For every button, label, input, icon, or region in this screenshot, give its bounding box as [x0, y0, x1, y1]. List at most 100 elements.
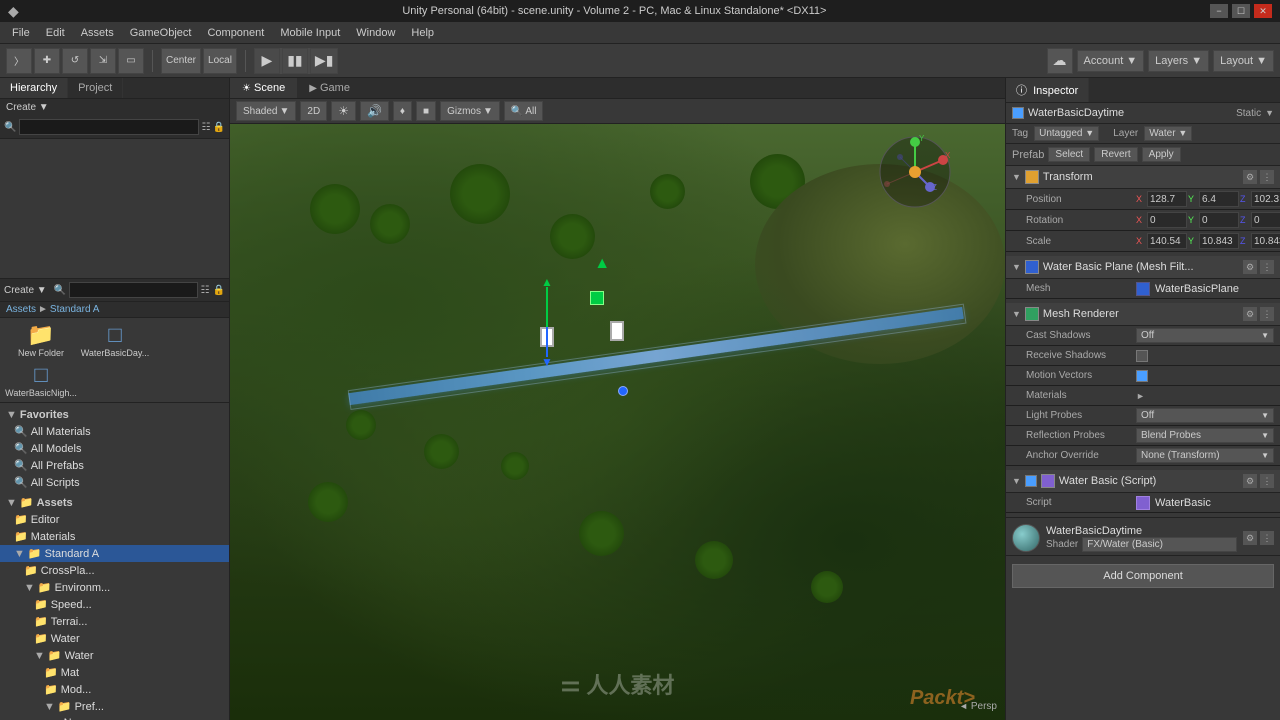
mf-more-btn[interactable]: ⋮: [1260, 260, 1274, 274]
tag-dropdown[interactable]: Untagged ▼: [1034, 126, 1099, 141]
local-button[interactable]: Local: [203, 48, 237, 74]
cloud-button[interactable]: ☁: [1047, 48, 1073, 74]
proj-standard-a[interactable]: ▼ 📁 Standard A: [0, 545, 229, 562]
breadcrumb-assets[interactable]: Assets: [6, 304, 36, 315]
proj-all-models[interactable]: 🔍 All Models: [0, 440, 229, 457]
script-more-btn[interactable]: ⋮: [1260, 474, 1274, 488]
tab-game[interactable]: ▶ Game: [297, 78, 362, 98]
layout-dropdown[interactable]: Layout ▼: [1213, 50, 1274, 72]
menu-mobile-input[interactable]: Mobile Input: [272, 25, 348, 41]
script-active-checkbox[interactable]: [1025, 475, 1037, 487]
viewport-canvas[interactable]: ▲: [230, 124, 1005, 720]
file-water-night[interactable]: □ WaterBasicNigh...: [6, 362, 76, 398]
revert-button[interactable]: Revert: [1094, 147, 1137, 162]
proj-terrain[interactable]: 📁 Terrai...: [0, 613, 229, 630]
material-more-btn[interactable]: ⋮: [1260, 531, 1274, 545]
anchor-override-dropdown[interactable]: None (Transform) ▼: [1136, 448, 1274, 463]
scale-x-input[interactable]: [1147, 233, 1187, 249]
script-settings-btn[interactable]: ⚙: [1243, 474, 1257, 488]
select-button[interactable]: Select: [1048, 147, 1090, 162]
create-button[interactable]: Create ▼: [6, 102, 49, 113]
fx-button[interactable]: ♦: [393, 101, 412, 121]
light-probes-dropdown[interactable]: Off ▼: [1136, 408, 1274, 423]
proj-all-prefabs[interactable]: 🔍 All Prefabs: [0, 457, 229, 474]
pos-z-input[interactable]: [1251, 191, 1280, 207]
mr-more-btn[interactable]: ⋮: [1260, 307, 1274, 321]
shader-dropdown[interactable]: FX/Water (Basic): [1082, 537, 1237, 552]
search-all-btn[interactable]: 🔍 All: [504, 101, 544, 121]
project-search-input[interactable]: [69, 282, 197, 298]
rotate-tool[interactable]: ↺: [62, 48, 88, 74]
account-dropdown[interactable]: Account ▼: [1077, 50, 1145, 72]
rot-x-input[interactable]: [1147, 212, 1187, 228]
motion-vectors-checkbox[interactable]: [1136, 370, 1148, 382]
script-header[interactable]: ▼ Water Basic (Script) ⚙ ⋮: [1006, 470, 1280, 493]
layer-dropdown[interactable]: Water ▼: [1144, 126, 1192, 141]
2d-button[interactable]: 2D: [300, 101, 327, 121]
object-active-checkbox[interactable]: [1012, 107, 1024, 119]
scale-tool[interactable]: ⇲: [90, 48, 116, 74]
proj-materials[interactable]: 📁 Materials: [0, 528, 229, 545]
tab-hierarchy[interactable]: Hierarchy: [0, 78, 68, 98]
proj-editor[interactable]: 📁 Editor: [0, 511, 229, 528]
step-button[interactable]: ▶▮: [310, 48, 338, 74]
proj-water-1[interactable]: 📁 Water: [0, 630, 229, 647]
minimize-button[interactable]: −: [1210, 4, 1228, 18]
proj-pref[interactable]: ▼ 📁 Pref...: [0, 698, 229, 715]
menu-window[interactable]: Window: [348, 25, 403, 41]
rot-y-input[interactable]: [1199, 212, 1239, 228]
file-water-day[interactable]: □ WaterBasicDay...: [80, 322, 150, 358]
create-proj-button[interactable]: Create ▼: [4, 285, 47, 296]
layers-dropdown[interactable]: Layers ▼: [1148, 50, 1209, 72]
rot-z-input[interactable]: [1251, 212, 1280, 228]
proj-crossplane[interactable]: 📁 CrossPla...: [0, 562, 229, 579]
new-folder-item[interactable]: 📁 New Folder: [6, 322, 76, 358]
add-component-button[interactable]: Add Component: [1012, 564, 1274, 588]
center-button[interactable]: Center: [161, 48, 201, 74]
menu-file[interactable]: File: [4, 25, 38, 41]
scale-z-input[interactable]: [1251, 233, 1280, 249]
proj-all-scripts[interactable]: 🔍 All Scripts: [0, 474, 229, 491]
menu-help[interactable]: Help: [403, 25, 442, 41]
close-button[interactable]: ✕: [1254, 4, 1272, 18]
hand-tool[interactable]: 〉: [6, 48, 32, 74]
menu-assets[interactable]: Assets: [73, 25, 122, 41]
menu-edit[interactable]: Edit: [38, 25, 73, 41]
maximize-button[interactable]: ☐: [1232, 4, 1250, 18]
lights-button[interactable]: ☀: [331, 101, 356, 121]
gizmos-dropdown[interactable]: Gizmos ▼: [440, 101, 500, 121]
receive-shadows-checkbox[interactable]: [1136, 350, 1148, 362]
mesh-renderer-header[interactable]: ▼ Mesh Renderer ⚙ ⋮: [1006, 303, 1280, 326]
proj-mat[interactable]: 📁 Mat: [0, 664, 229, 681]
materials-row[interactable]: Materials ►: [1006, 386, 1280, 406]
cast-shadows-dropdown[interactable]: Off ▼: [1136, 328, 1274, 343]
scene-mode-btn[interactable]: ■: [416, 101, 436, 121]
pos-x-input[interactable]: [1147, 191, 1187, 207]
proj-all-materials[interactable]: 🔍 All Materials: [0, 423, 229, 440]
proj-environment[interactable]: ▼ 📁 Environm...: [0, 579, 229, 596]
proj-n[interactable]: ■ N...: [0, 715, 229, 720]
play-button[interactable]: ▶: [254, 48, 280, 74]
rect-tool[interactable]: ▭: [118, 48, 144, 74]
material-settings-btn[interactable]: ⚙: [1243, 531, 1257, 545]
window-controls[interactable]: − ☐ ✕: [1210, 4, 1272, 18]
breadcrumb-standard[interactable]: Standard A: [50, 304, 99, 315]
mf-settings-btn[interactable]: ⚙: [1243, 260, 1257, 274]
transform-more-btn[interactable]: ⋮: [1260, 170, 1274, 184]
menu-component[interactable]: Component: [199, 25, 272, 41]
proj-water-2[interactable]: ▼ 📁 Water: [0, 647, 229, 664]
proj-mod[interactable]: 📁 Mod...: [0, 681, 229, 698]
tab-inspector[interactable]: ⓘ Inspector: [1006, 78, 1089, 102]
tab-scene[interactable]: ☀ Scene: [230, 78, 297, 98]
move-tool[interactable]: ✚: [34, 48, 60, 74]
mesh-filter-header[interactable]: ▼ Water Basic Plane (Mesh Filt... ⚙ ⋮: [1006, 256, 1280, 279]
reflection-probes-dropdown[interactable]: Blend Probes ▼: [1136, 428, 1274, 443]
pause-button[interactable]: ▮▮: [282, 48, 308, 74]
audio-button[interactable]: 🔊: [360, 101, 389, 121]
shaded-dropdown[interactable]: Shaded ▼: [236, 101, 296, 121]
menu-gameobject[interactable]: GameObject: [122, 25, 200, 41]
apply-button[interactable]: Apply: [1142, 147, 1181, 162]
proj-speed[interactable]: 📁 Speed...: [0, 596, 229, 613]
transform-settings-btn[interactable]: ⚙: [1243, 170, 1257, 184]
transform-header[interactable]: ▼ Transform ⚙ ⋮: [1006, 166, 1280, 189]
